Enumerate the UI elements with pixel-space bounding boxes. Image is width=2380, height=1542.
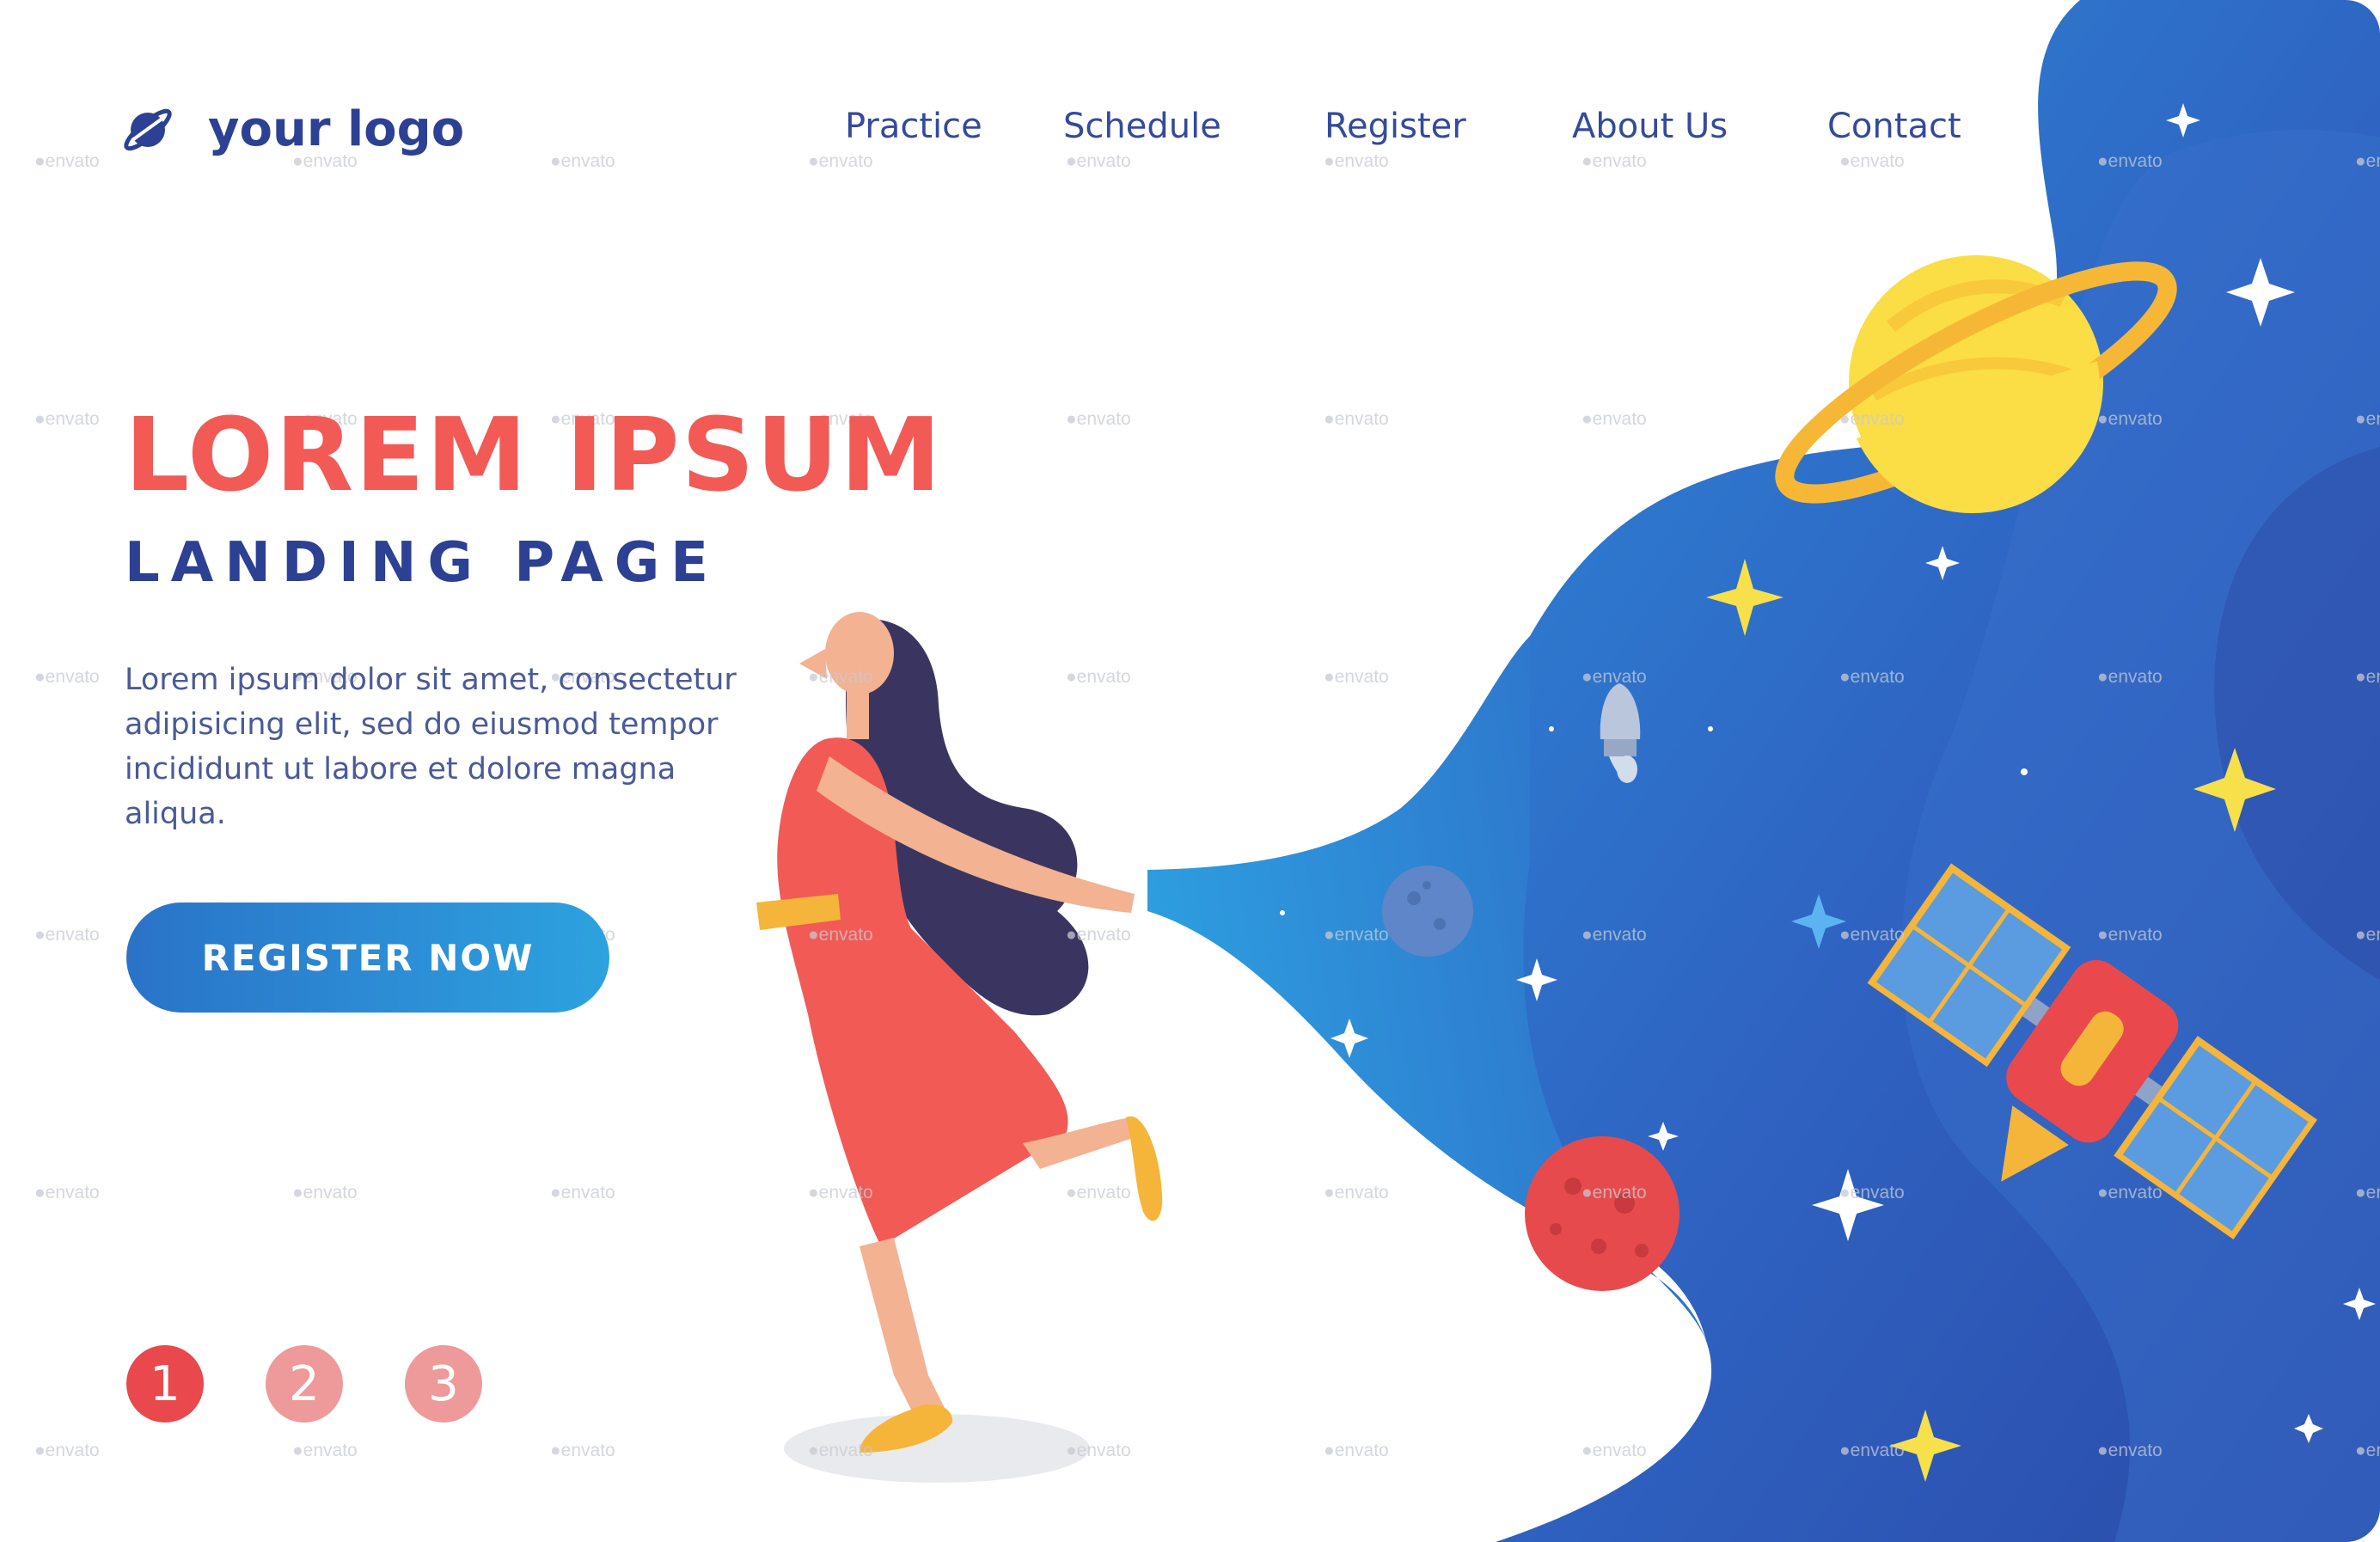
main-nav: Practice Schedule Register About Us Cont… — [0, 107, 2380, 158]
page-1-button[interactable]: 1 — [126, 1345, 204, 1423]
moon-icon — [1382, 866, 1473, 957]
pagination: 1 2 3 — [126, 1345, 544, 1423]
nav-about-us[interactable]: About Us — [1572, 107, 1728, 146]
page-3-button[interactable]: 3 — [405, 1345, 482, 1423]
nav-schedule[interactable]: Schedule — [1063, 107, 1221, 146]
nav-practice[interactable]: Practice — [845, 107, 982, 146]
hero-subtitle: LANDING PAGE — [125, 531, 719, 595]
nav-register[interactable]: Register — [1325, 107, 1466, 146]
page-2-button[interactable]: 2 — [266, 1345, 343, 1423]
mars-icon — [1525, 1136, 1679, 1291]
hero-title: LOREM IPSUM — [125, 395, 943, 514]
woman-icon — [756, 612, 1163, 1453]
nav-contact[interactable]: Contact — [1827, 107, 1961, 146]
register-now-button[interactable]: REGISTER NOW — [126, 903, 609, 1013]
landing-page: ●envato ●envato ●envato ●envato ●envato ●enva… — [0, 0, 2380, 1542]
hero-description: Lorem ipsum dolor sit amet, consectetur … — [125, 663, 737, 831]
